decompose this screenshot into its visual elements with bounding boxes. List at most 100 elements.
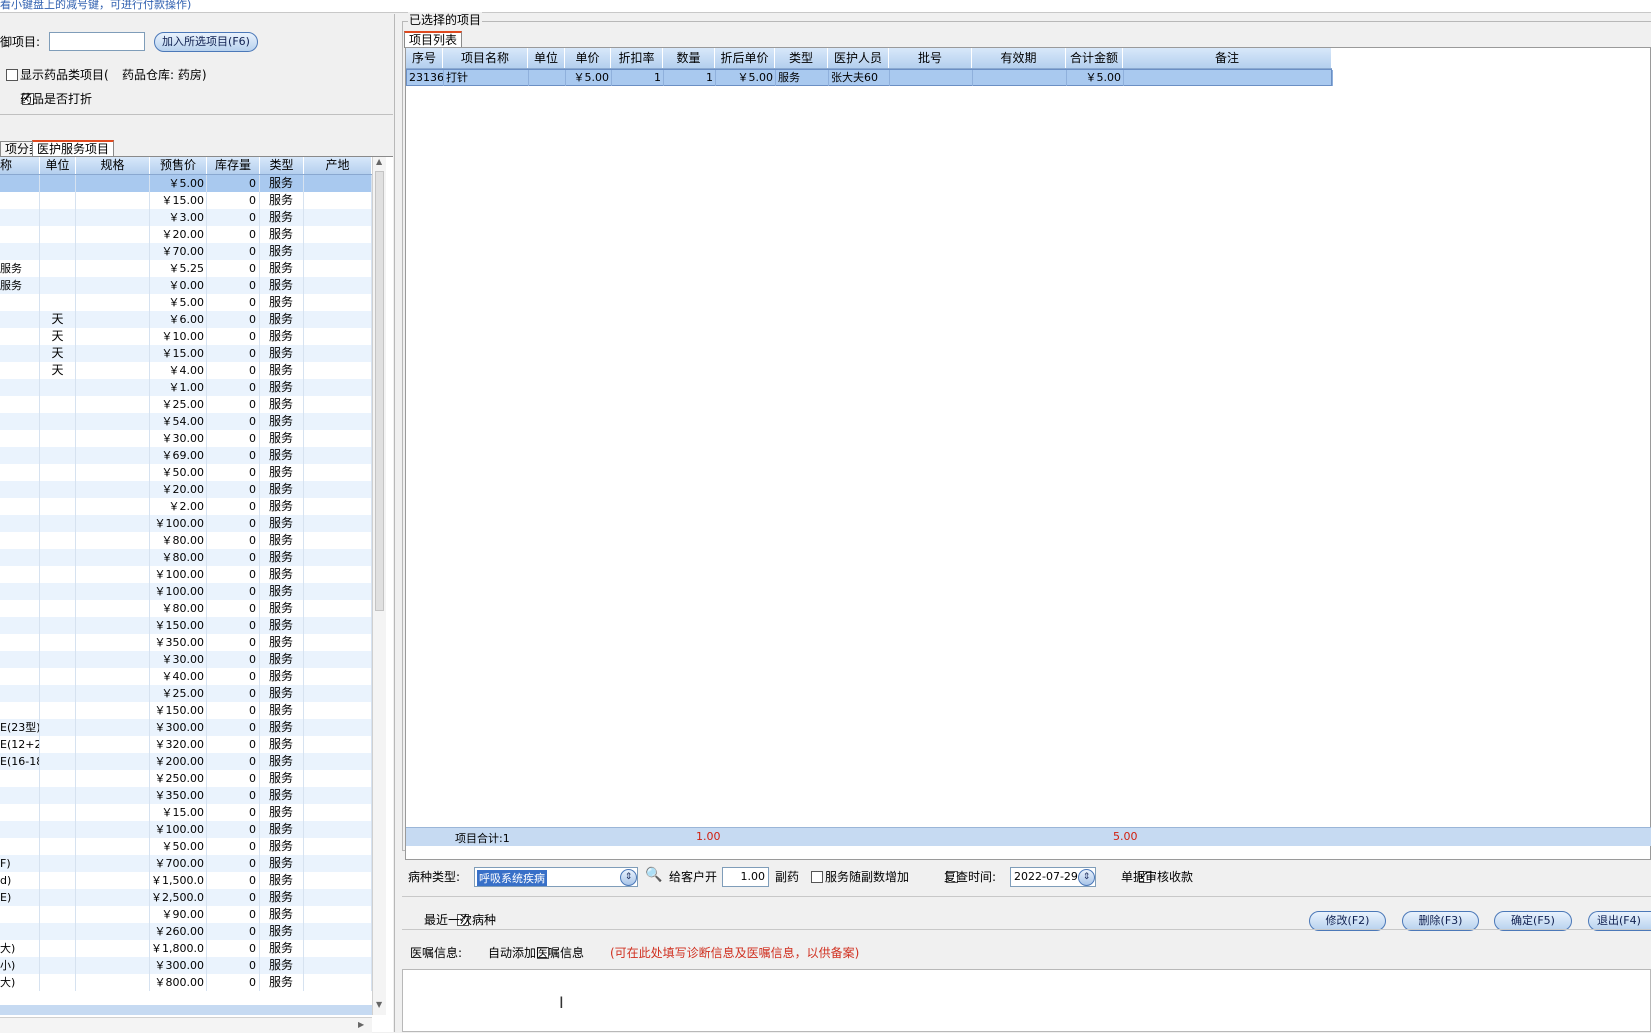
service-row[interactable]: ￥5.00 0 服务 bbox=[0, 175, 372, 192]
advice-textarea[interactable] bbox=[402, 969, 1651, 1032]
row-name-cell: F) bbox=[0, 855, 40, 872]
row-type-cell: 服务 bbox=[260, 464, 304, 481]
col-batch[interactable]: 批号 bbox=[889, 48, 972, 68]
row-name-cell bbox=[0, 923, 40, 940]
service-row[interactable]: ￥5.00 0 服务 bbox=[0, 294, 372, 311]
row-origin-cell bbox=[304, 872, 372, 889]
service-row[interactable]: ￥25.00 0 服务 bbox=[0, 396, 372, 413]
scroll-down-icon[interactable]: ▼ bbox=[376, 1000, 382, 1009]
service-row[interactable]: ￥25.00 0 服务 bbox=[0, 685, 372, 702]
col-unit-price[interactable]: 单价 bbox=[565, 48, 611, 68]
service-row[interactable]: ￥20.00 0 服务 bbox=[0, 481, 372, 498]
service-row[interactable]: 服务 ￥5.25 0 服务 bbox=[0, 260, 372, 277]
scroll-right-icon[interactable]: ▶ bbox=[358, 1020, 364, 1029]
service-row[interactable]: ￥69.00 0 服务 bbox=[0, 447, 372, 464]
service-row[interactable]: ￥250.00 0 服务 bbox=[0, 770, 372, 787]
search-magnifier-icon[interactable]: 🔍 bbox=[645, 867, 662, 883]
delete-button[interactable]: 删除(F3) bbox=[1402, 911, 1479, 931]
service-row[interactable]: 天 ￥6.00 0 服务 bbox=[0, 311, 372, 328]
service-row[interactable]: ￥150.00 0 服务 bbox=[0, 702, 372, 719]
service-row[interactable]: ￥350.00 0 服务 bbox=[0, 634, 372, 651]
exit-button[interactable]: 退出(F4) bbox=[1588, 911, 1651, 931]
row-type-cell: 服务 bbox=[260, 209, 304, 226]
service-row[interactable]: ￥100.00 0 服务 bbox=[0, 566, 372, 583]
row-type-cell: 服务 bbox=[260, 345, 304, 362]
col-name[interactable]: 称 bbox=[0, 157, 40, 174]
service-row[interactable]: ￥100.00 0 服务 bbox=[0, 821, 372, 838]
service-row[interactable]: E(16-18 ￥200.00 0 服务 bbox=[0, 753, 372, 770]
service-row[interactable]: d) ￥1,500.0 0 服务 bbox=[0, 872, 372, 889]
service-row[interactable]: 天 ￥15.00 0 服务 bbox=[0, 345, 372, 362]
service-row[interactable]: ￥15.00 0 服务 bbox=[0, 804, 372, 821]
col-unit[interactable]: 单位 bbox=[40, 157, 76, 174]
scrollbar-thumb[interactable] bbox=[375, 171, 384, 611]
modify-button[interactable]: 修改(F2) bbox=[1309, 911, 1386, 931]
service-row[interactable]: ￥80.00 0 服务 bbox=[0, 549, 372, 566]
service-row[interactable]: 大) ￥1,800.0 0 服务 bbox=[0, 940, 372, 957]
customer-dose-input[interactable]: 1.00 bbox=[722, 867, 769, 887]
service-row[interactable]: ￥15.00 0 服务 bbox=[0, 192, 372, 209]
confirm-button[interactable]: 确定(F5) bbox=[1494, 911, 1572, 931]
service-row[interactable]: F) ￥700.00 0 服务 bbox=[0, 855, 372, 872]
service-row[interactable]: ￥30.00 0 服务 bbox=[0, 651, 372, 668]
service-row[interactable]: ￥2.00 0 服务 bbox=[0, 498, 372, 515]
disease-type-select[interactable]: 呼吸系统疾病 ⇕ bbox=[474, 867, 638, 887]
service-row[interactable]: ￥100.00 0 服务 bbox=[0, 515, 372, 532]
service-row[interactable]: ￥50.00 0 服务 bbox=[0, 464, 372, 481]
col-item-name[interactable]: 项目名称 bbox=[443, 48, 528, 68]
service-row[interactable]: ￥350.00 0 服务 bbox=[0, 787, 372, 804]
vertical-scrollbar[interactable]: ▲ ▼ bbox=[372, 157, 386, 1015]
col-unit[interactable]: 单位 bbox=[528, 48, 565, 68]
service-row[interactable]: ￥1.00 0 服务 bbox=[0, 379, 372, 396]
service-inc-checkbox[interactable] bbox=[811, 871, 823, 883]
selected-item-row[interactable]: 23136 打针 ￥5.00 1 1 ￥5.00 服务 张大夫60 ￥5.00 bbox=[406, 69, 1333, 86]
col-remark[interactable]: 备注 bbox=[1123, 48, 1332, 68]
service-row[interactable]: ￥80.00 0 服务 bbox=[0, 532, 372, 549]
service-row[interactable]: ￥150.00 0 服务 bbox=[0, 617, 372, 634]
col-type[interactable]: 类型 bbox=[260, 157, 304, 174]
col-stock[interactable]: 库存量 bbox=[207, 157, 260, 174]
service-row[interactable]: ￥30.00 0 服务 bbox=[0, 430, 372, 447]
scroll-up-icon[interactable]: ▲ bbox=[376, 157, 382, 166]
service-row[interactable]: 服务 ￥0.00 0 服务 bbox=[0, 277, 372, 294]
service-row[interactable]: ￥54.00 0 服务 bbox=[0, 413, 372, 430]
tab-medical-services[interactable]: 医护服务项目 bbox=[32, 140, 115, 157]
col-discounted-price[interactable]: 折后单价 bbox=[715, 48, 775, 68]
row-unit-cell bbox=[40, 821, 76, 838]
col-expiry[interactable]: 有效期 bbox=[972, 48, 1066, 68]
service-row[interactable]: ￥90.00 0 服务 bbox=[0, 906, 372, 923]
service-row[interactable]: ￥3.00 0 服务 bbox=[0, 209, 372, 226]
col-price[interactable]: 预售价 bbox=[150, 157, 207, 174]
col-origin[interactable]: 产地 bbox=[304, 157, 372, 174]
service-row[interactable]: 天 ￥4.00 0 服务 bbox=[0, 362, 372, 379]
col-total[interactable]: 合计金额 bbox=[1066, 48, 1123, 68]
service-row[interactable]: ￥50.00 0 服务 bbox=[0, 838, 372, 855]
service-row[interactable]: ￥20.00 0 服务 bbox=[0, 226, 372, 243]
service-row[interactable]: E(23型) ￥300.00 0 服务 bbox=[0, 719, 372, 736]
col-seq[interactable]: 序号 bbox=[406, 48, 443, 68]
recheck-date-input[interactable]: 2022-07-29 ⇕ bbox=[1010, 867, 1096, 887]
dropdown-spin-icon[interactable]: ⇕ bbox=[620, 869, 637, 886]
horizontal-scrollbar[interactable]: ▶ bbox=[0, 1017, 372, 1033]
date-spin-icon[interactable]: ⇕ bbox=[1078, 869, 1095, 886]
service-row[interactable]: ￥70.00 0 服务 bbox=[0, 243, 372, 260]
service-row[interactable]: 天 ￥10.00 0 服务 bbox=[0, 328, 372, 345]
col-quantity[interactable]: 数量 bbox=[663, 48, 715, 68]
col-spec[interactable]: 规格 bbox=[76, 157, 150, 174]
service-row[interactable]: ￥260.00 0 服务 bbox=[0, 923, 372, 940]
col-staff[interactable]: 医护人员 bbox=[828, 48, 889, 68]
col-type[interactable]: 类型 bbox=[775, 48, 828, 68]
service-row[interactable]: 小) ￥300.00 0 服务 bbox=[0, 957, 372, 974]
add-selected-button[interactable]: 加入所选项目(F6) bbox=[154, 32, 258, 52]
row-unit-cell bbox=[40, 294, 76, 311]
tab-item-list[interactable]: 项目列表 bbox=[404, 31, 463, 48]
show-drug-checkbox[interactable] bbox=[6, 69, 18, 81]
service-row[interactable]: ￥80.00 0 服务 bbox=[0, 600, 372, 617]
service-row[interactable]: E(12+2) ￥320.000服务 bbox=[0, 736, 372, 753]
service-row[interactable]: ￥100.00 0 服务 bbox=[0, 583, 372, 600]
search-input[interactable] bbox=[49, 32, 145, 51]
col-discount-rate[interactable]: 折扣率 bbox=[611, 48, 663, 68]
service-row[interactable]: E) ￥2,500.0 0 服务 bbox=[0, 889, 372, 906]
service-row[interactable]: ￥40.00 0 服务 bbox=[0, 668, 372, 685]
service-row[interactable]: 大) ￥800.00 0 服务 bbox=[0, 974, 372, 991]
